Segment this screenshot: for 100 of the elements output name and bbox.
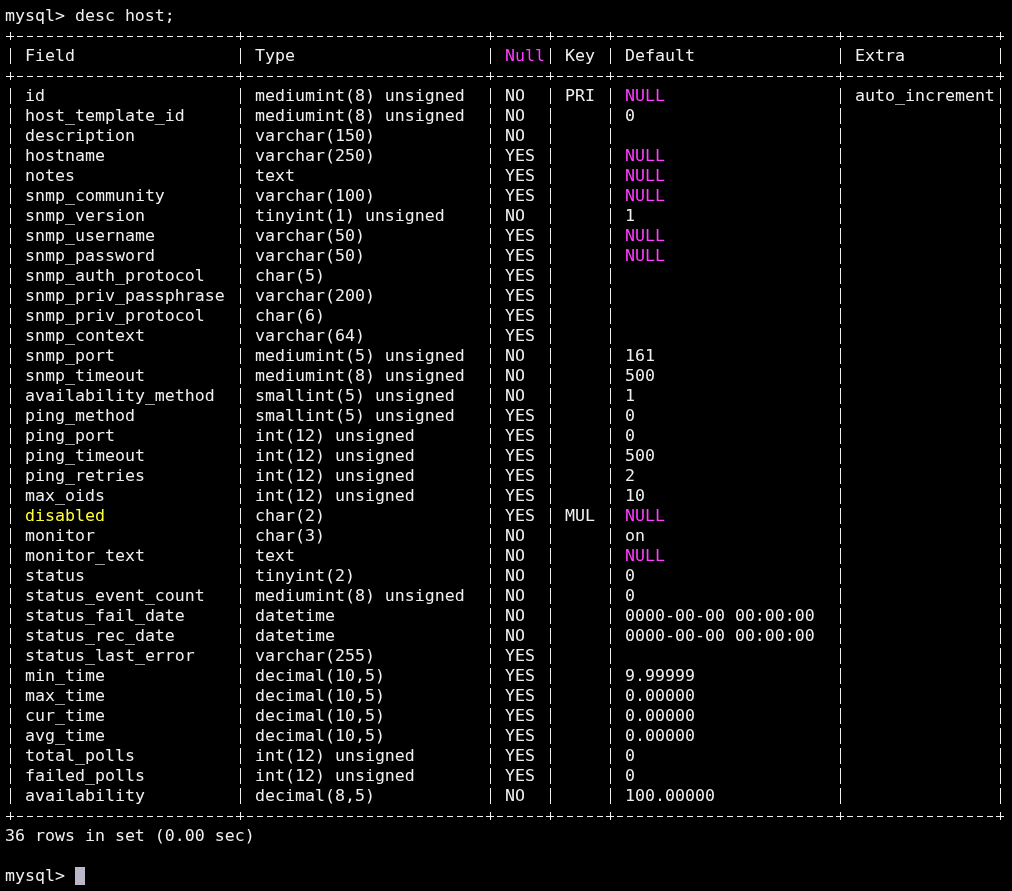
table-cell: description	[25, 126, 135, 145]
table-cell: varchar(250)	[255, 146, 375, 165]
table-cell: YES	[505, 446, 535, 465]
table-cell: decimal(10,5)	[255, 666, 385, 685]
table-cell: mediumint(5) unsigned	[255, 346, 465, 365]
table-cell: NULL	[625, 146, 665, 165]
table-cell: 0	[625, 426, 635, 445]
table-cell: smallint(5) unsigned	[255, 406, 455, 425]
table-cell: NO	[505, 626, 525, 645]
table-cell: snmp_priv_protocol	[25, 306, 205, 325]
table-cell: YES	[505, 706, 535, 725]
table-cell: status_rec_date	[25, 626, 175, 645]
table-cell: NULL	[625, 226, 665, 245]
column-header: Null	[505, 46, 545, 65]
table-cell: NO	[505, 126, 525, 145]
table-cell: availability_method	[25, 386, 215, 405]
table-cell: NO	[505, 86, 525, 105]
table-cell: YES	[505, 406, 535, 425]
column-header: Field	[25, 46, 75, 65]
table-cell: auto_increment	[855, 86, 995, 105]
table-cell: snmp_priv_passphrase	[25, 286, 225, 305]
prompt-text: mysql>	[5, 866, 65, 886]
table-cell: NULL	[625, 506, 665, 525]
table-cell: varchar(150)	[255, 126, 375, 145]
table-cell: ping_port	[25, 426, 115, 445]
table-cell: snmp_username	[25, 226, 155, 245]
table-cell: NULL	[625, 86, 665, 105]
table-cell: id	[25, 86, 45, 105]
table-cell: 0	[625, 746, 635, 765]
table-cell: varchar(64)	[255, 326, 365, 345]
table-cell: YES	[505, 186, 535, 205]
table-cell: YES	[505, 266, 535, 285]
table-cell: NO	[505, 346, 525, 365]
table-cell: NO	[505, 566, 525, 585]
table-cell: cur_time	[25, 706, 105, 725]
table-cell: NO	[505, 386, 525, 405]
table-cell: 1	[625, 206, 635, 225]
table-cell: 9.99999	[625, 666, 695, 685]
table-cell: NO	[505, 106, 525, 125]
column-header: Key	[565, 46, 595, 65]
table-cell: on	[625, 526, 645, 545]
table-cell: 0	[625, 766, 635, 785]
table-cell: varchar(100)	[255, 186, 375, 205]
table-cell: ping_timeout	[25, 446, 145, 465]
table-cell: decimal(10,5)	[255, 706, 385, 725]
column-header: Extra	[855, 46, 905, 65]
table-cell: NO	[505, 586, 525, 605]
table-cell: NO	[505, 526, 525, 545]
table-cell: ping_method	[25, 406, 135, 425]
table-cell: 0000-00-00 00:00:00	[625, 626, 815, 645]
table-cell: YES	[505, 666, 535, 685]
table-cell: char(2)	[255, 506, 325, 525]
table-cell: snmp_port	[25, 346, 115, 365]
table-cell: status_event_count	[25, 586, 205, 605]
table-cell: int(12) unsigned	[255, 426, 415, 445]
table-cell: YES	[505, 226, 535, 245]
table-cell: varchar(50)	[255, 226, 365, 245]
table-cell: datetime	[255, 606, 335, 625]
result-summary: 36 rows in set (0.00 sec)	[5, 826, 255, 846]
table-cell: snmp_password	[25, 246, 155, 265]
table-cell: YES	[505, 686, 535, 705]
table-cell: 0000-00-00 00:00:00	[625, 606, 815, 625]
table-cell: ping_retries	[25, 466, 145, 485]
table-cell: int(12) unsigned	[255, 746, 415, 765]
table-cell: char(3)	[255, 526, 325, 545]
table-cell: YES	[505, 726, 535, 745]
table-cell: monitor	[25, 526, 95, 545]
table-cell: varchar(255)	[255, 646, 375, 665]
table-cell: max_time	[25, 686, 105, 705]
table-cell: NULL	[625, 166, 665, 185]
table-cell: monitor_text	[25, 546, 145, 565]
table-cell: status	[25, 566, 85, 585]
table-cell: mediumint(8) unsigned	[255, 366, 465, 385]
table-cell: hostname	[25, 146, 105, 165]
table-cell: 0	[625, 406, 635, 425]
table-cell: NULL	[625, 546, 665, 565]
table-cell: int(12) unsigned	[255, 446, 415, 465]
table-cell: varchar(200)	[255, 286, 375, 305]
table-cell: avg_time	[25, 726, 105, 745]
table-cell: 0.00000	[625, 726, 695, 745]
table-cell: 100.00000	[625, 786, 715, 805]
table-cell: smallint(5) unsigned	[255, 386, 455, 405]
table-cell: decimal(10,5)	[255, 726, 385, 745]
table-cell: tinyint(2)	[255, 566, 355, 585]
table-cell: int(12) unsigned	[255, 766, 415, 785]
table-cell: 0	[625, 566, 635, 585]
table-cell: YES	[505, 146, 535, 165]
table-cell: YES	[505, 466, 535, 485]
table-cell: notes	[25, 166, 75, 185]
table-cell: 500	[625, 446, 655, 465]
table-cell: 0.00000	[625, 706, 695, 725]
table-cell: snmp_community	[25, 186, 165, 205]
table-cell: char(5)	[255, 266, 325, 285]
table-cell: max_oids	[25, 486, 105, 505]
table-cell: text	[255, 546, 295, 565]
table-cell: host_template_id	[25, 106, 185, 125]
table-cell: 0	[625, 586, 635, 605]
table-cell: text	[255, 166, 295, 185]
table-cell: PRI	[565, 86, 595, 105]
table-cell: YES	[505, 166, 535, 185]
